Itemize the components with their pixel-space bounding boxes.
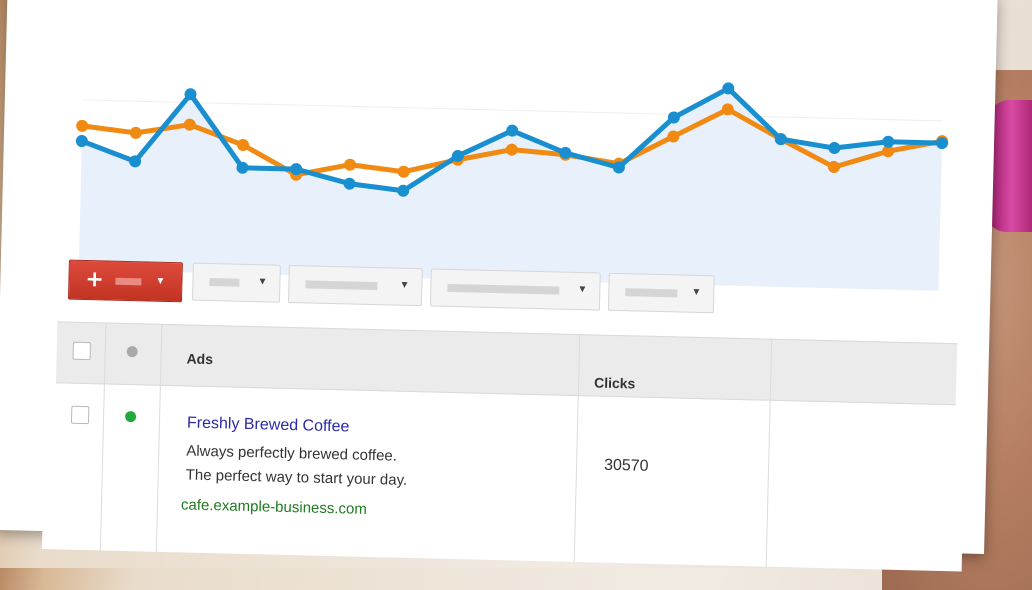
new-ad-button[interactable]: + ▼: [67, 259, 183, 303]
series-2-point[interactable]: [344, 158, 357, 171]
filter-dropdown-4[interactable]: ▼: [607, 272, 715, 314]
dropdown-label-placeholder: [625, 288, 678, 298]
button-label-placeholder: [115, 277, 142, 286]
tablet-device: + ▼ ▼ ▼ ▼ ▼ Ads Clicks Freshly Brewed Co…: [0, 0, 998, 572]
filter-dropdown-3[interactable]: ▼: [429, 268, 601, 311]
clicks-value: 30570: [603, 456, 649, 475]
series-2-point[interactable]: [129, 126, 142, 139]
series-2-point[interactable]: [76, 119, 89, 132]
ad-description-line-2: The perfect way to start your day.: [185, 466, 408, 489]
ad-display-url: cafe.example-business.com: [180, 496, 368, 518]
filter-dropdown-2[interactable]: ▼: [287, 264, 423, 307]
ads-table: Ads Clicks Freshly Brewed Coffee Always …: [51, 321, 958, 572]
chevron-down-icon: ▼: [155, 275, 166, 287]
dropdown-label-placeholder: [305, 280, 378, 291]
series-2-point[interactable]: [397, 165, 410, 178]
chevron-down-icon: ▼: [691, 286, 702, 299]
grid-line: [82, 99, 943, 122]
chevron-down-icon: ▼: [399, 279, 410, 291]
status-dot-icon: [124, 410, 137, 423]
filter-dropdown-1[interactable]: ▼: [191, 262, 281, 303]
plus-icon: +: [85, 266, 105, 293]
ad-headline-link[interactable]: Freshly Brewed Coffee: [187, 415, 350, 437]
dropdown-label-placeholder: [447, 283, 560, 295]
ad-description-line-1: Always perfectly brewed coffee.: [186, 442, 398, 465]
dropdown-label-placeholder: [209, 278, 240, 287]
row-checkbox[interactable]: [70, 405, 90, 425]
select-all-checkbox[interactable]: [72, 341, 91, 361]
ads-dashboard-screen: + ▼ ▼ ▼ ▼ ▼ Ads Clicks Freshly Brewed Co…: [41, 0, 976, 572]
chevron-down-icon: ▼: [257, 276, 268, 288]
clicks-column-header[interactable]: Clicks: [594, 374, 636, 391]
ads-column-header[interactable]: Ads: [186, 350, 213, 367]
chevron-down-icon: ▼: [577, 284, 588, 296]
